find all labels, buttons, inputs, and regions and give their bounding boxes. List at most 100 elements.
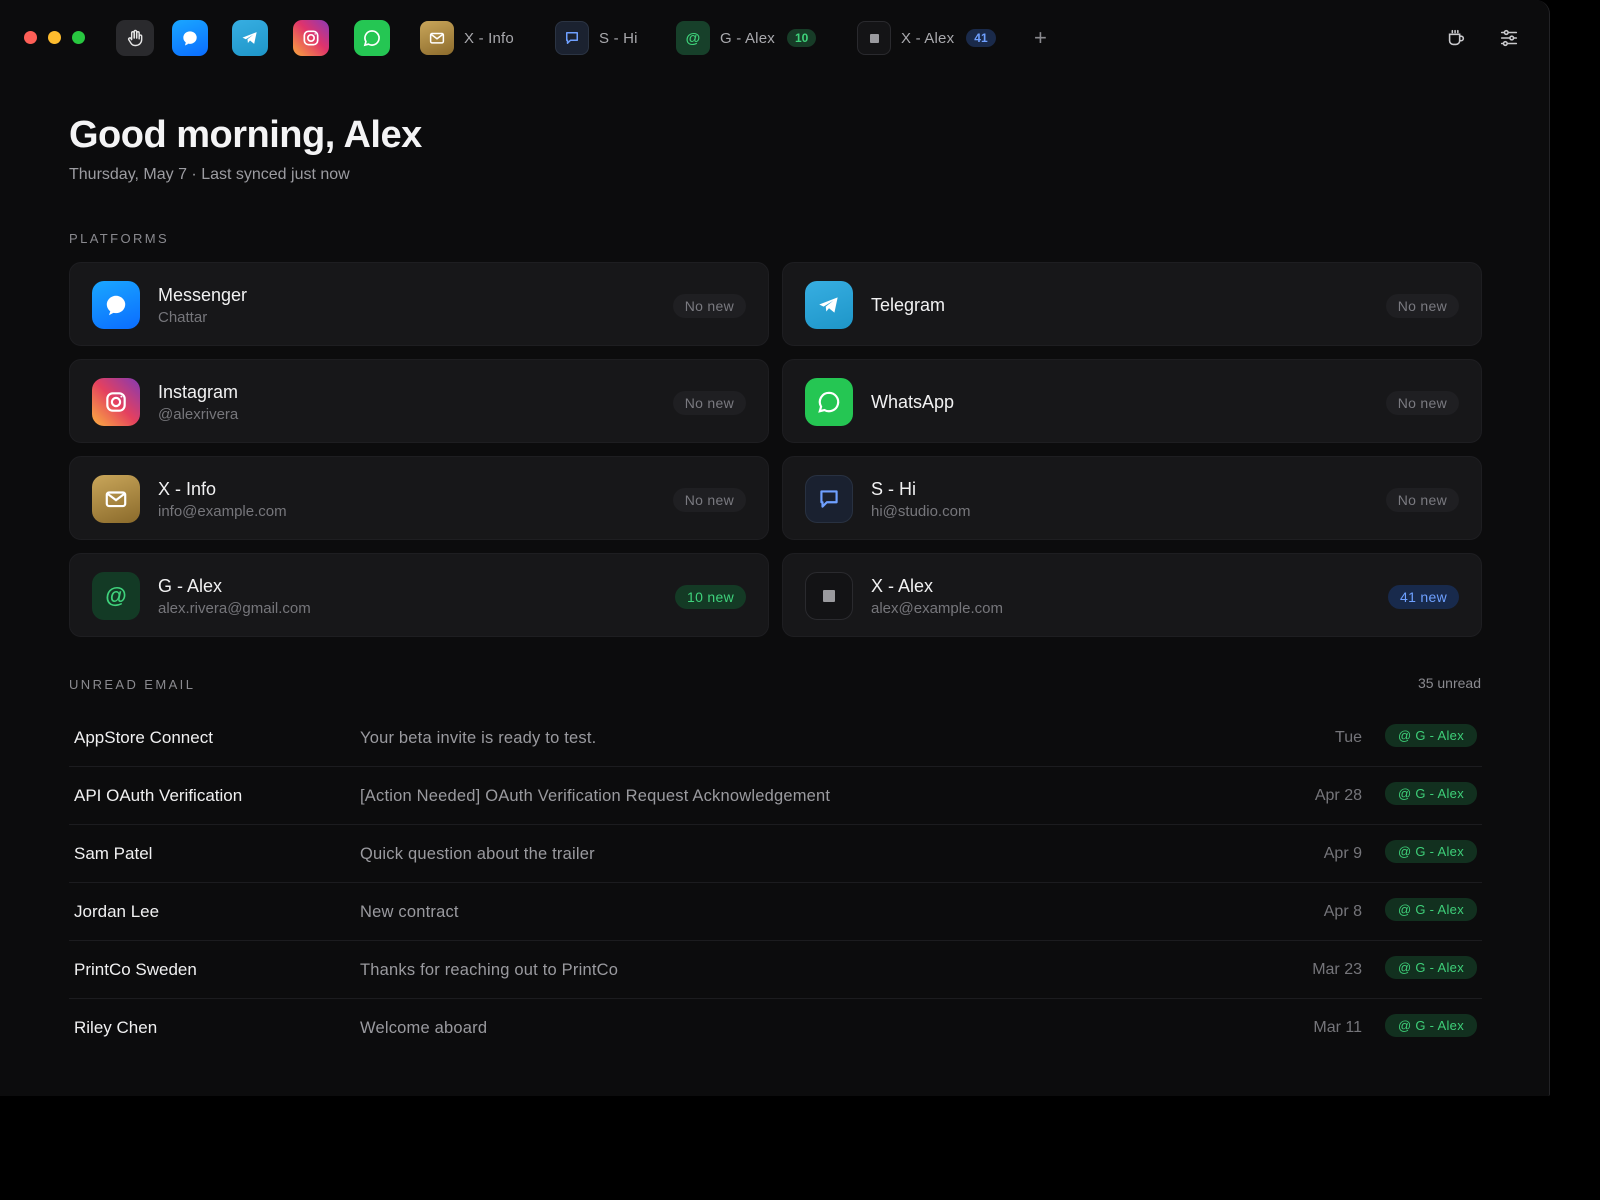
platform-account: @alexrivera (158, 406, 239, 423)
tab-x-info[interactable]: X - Info (420, 20, 514, 56)
platform-account: alex.rivera@gmail.com (158, 600, 311, 617)
mail-icon (420, 21, 454, 55)
status-badge: No new (1385, 488, 1459, 512)
status-badge: No new (672, 488, 746, 512)
telegram-icon (805, 281, 853, 329)
email-subject: Quick question about the trailer (360, 845, 595, 863)
status-badge: No new (672, 294, 746, 318)
status-badge: No new (672, 391, 746, 415)
email-date: Apr 8 (1323, 903, 1362, 920)
unread-count: 35 unread (1417, 675, 1481, 691)
email-date: Apr 28 (1314, 787, 1362, 804)
platform-card-s-hi[interactable]: S - Hi hi@studio.com No new (782, 456, 1482, 540)
square-icon (805, 572, 853, 620)
email-sender: Sam Patel (74, 844, 153, 863)
platform-name: S - Hi (871, 479, 916, 499)
tab-s-hi[interactable]: S - Hi (555, 20, 638, 56)
tab-label: X - Info (464, 29, 514, 47)
email-date: Tue (1335, 729, 1362, 746)
email-sender: API OAuth Verification (74, 786, 243, 805)
whatsapp-icon (805, 378, 853, 426)
account-tag: @ G - Alex (1384, 724, 1477, 747)
instagram-icon[interactable] (293, 20, 329, 56)
sync-status: Thursday, May 7 · Last synced just now (69, 166, 350, 183)
account-tag: @ G - Alex (1384, 840, 1477, 863)
status-badge: No new (1385, 294, 1459, 318)
email-sender: PrintCo Sweden (74, 960, 197, 979)
platform-name: X - Info (158, 479, 217, 499)
platform-card-x-alex[interactable]: X - Alex alex@example.com 41 new (782, 553, 1482, 637)
email-sender: Jordan Lee (74, 902, 160, 921)
platform-account: info@example.com (158, 503, 287, 520)
tab-label: S - Hi (599, 29, 638, 47)
chat-bubble-icon (805, 475, 853, 523)
email-sender: Riley Chen (74, 1018, 158, 1037)
messenger-icon[interactable] (172, 20, 208, 56)
account-tag: @ G - Alex (1384, 782, 1477, 805)
email-date: Mar 11 (1313, 1019, 1362, 1036)
platform-account: alex@example.com (871, 600, 1003, 617)
platform-account: Chattar (158, 309, 208, 326)
whatsapp-icon[interactable] (354, 20, 390, 56)
tab-g-alex[interactable]: @ G - Alex 10 (676, 20, 817, 56)
add-tab-button[interactable]: + (1034, 24, 1047, 52)
zoom-window-button[interactable] (72, 31, 85, 44)
platform-name: G - Alex (158, 576, 223, 596)
title-bar: X - Info S - Hi @ G - Alex 10 X - Alex 4… (0, 0, 1549, 78)
email-list: AppStore Connect Your beta invite is rea… (69, 709, 1482, 1057)
account-tag: @ G - Alex (1384, 1014, 1477, 1037)
email-row[interactable]: Jordan Lee New contract Apr 8 @ G - Alex (69, 883, 1482, 941)
close-window-button[interactable] (24, 31, 37, 44)
email-row[interactable]: Riley Chen Welcome aboard Mar 11 @ G - A… (69, 999, 1482, 1057)
email-date: Apr 9 (1323, 845, 1362, 862)
unread-badge: 10 (786, 29, 817, 47)
hand-icon[interactable] (116, 20, 154, 56)
square-icon (857, 21, 891, 55)
platform-card-telegram[interactable]: Telegram No new (782, 262, 1482, 346)
status-badge: No new (1385, 391, 1459, 415)
email-subject: Thanks for reaching out to PrintCo (360, 961, 619, 979)
email-row[interactable]: API OAuth Verification [Action Needed] O… (69, 767, 1482, 825)
platform-name: Instagram (158, 382, 239, 402)
platform-name: Telegram (871, 295, 946, 315)
platform-card-instagram[interactable]: Instagram @alexrivera No new (69, 359, 769, 443)
platform-card-whatsapp[interactable]: WhatsApp No new (782, 359, 1482, 443)
email-subject: Your beta invite is ready to test. (360, 729, 597, 747)
platform-card-g-alex[interactable]: @ G - Alex alex.rivera@gmail.com 10 new (69, 553, 769, 637)
unread-badge: 41 (966, 29, 996, 47)
platform-name: X - Alex (871, 576, 934, 596)
at-sign-icon: @ (92, 572, 140, 620)
platform-card-x-info[interactable]: X - Info info@example.com No new (69, 456, 769, 540)
tab-label: G - Alex (720, 29, 775, 47)
at-sign-icon: @ (676, 21, 710, 55)
platform-name: Messenger (158, 285, 248, 305)
platform-card-messenger[interactable]: Messenger Chattar No new (69, 262, 769, 346)
email-subject: Welcome aboard (360, 1019, 488, 1037)
minimize-window-button[interactable] (48, 31, 61, 44)
account-tag: @ G - Alex (1384, 898, 1477, 921)
email-sender: AppStore Connect (74, 728, 213, 747)
mail-icon (92, 475, 140, 523)
telegram-icon[interactable] (232, 20, 268, 56)
coffee-cup-icon[interactable] (1442, 24, 1470, 52)
email-subject: [Action Needed] OAuth Verification Reque… (360, 787, 831, 805)
instagram-icon (92, 378, 140, 426)
tab-label: X - Alex (901, 29, 955, 47)
page-title: Good morning, Alex (69, 114, 422, 156)
messenger-icon (92, 281, 140, 329)
status-badge: 10 new (675, 585, 746, 609)
platform-name: WhatsApp (871, 392, 955, 412)
email-row[interactable]: Sam Patel Quick question about the trail… (69, 825, 1482, 883)
account-tag: @ G - Alex (1384, 956, 1477, 979)
email-date: Mar 23 (1312, 961, 1362, 978)
status-badge: 41 new (1388, 585, 1459, 609)
chat-bubble-icon (555, 21, 589, 55)
tab-x-alex[interactable]: X - Alex 41 (857, 20, 996, 56)
email-row[interactable]: AppStore Connect Your beta invite is rea… (69, 709, 1482, 767)
email-subject: New contract (360, 903, 459, 921)
platform-account: hi@studio.com (871, 503, 971, 520)
email-row[interactable]: PrintCo Sweden Thanks for reaching out t… (69, 941, 1482, 999)
app-window: X - Info S - Hi @ G - Alex 10 X - Alex 4… (0, 0, 1550, 1096)
section-label-unread-email: UNREAD EMAIL (69, 677, 196, 692)
sliders-icon[interactable] (1495, 24, 1523, 52)
